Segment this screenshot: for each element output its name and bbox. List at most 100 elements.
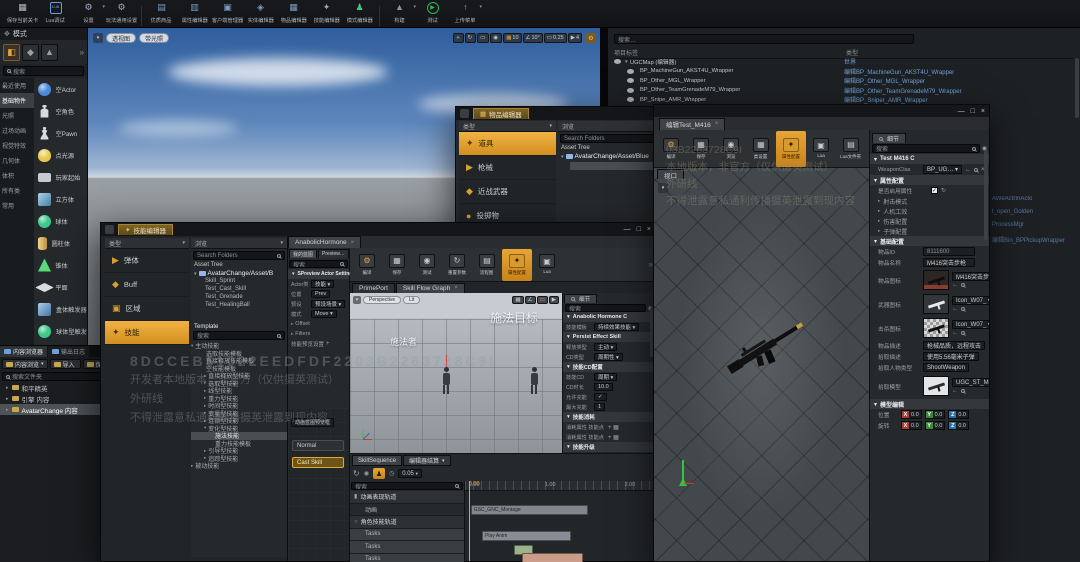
asset-dropdown[interactable]: Icon_W07_ ▾ — [952, 296, 989, 305]
viewport-settings-icon[interactable]: ⚙ — [586, 33, 596, 43]
y-field[interactable]: Y0.0 — [925, 421, 946, 430]
landscape-tab[interactable]: ▲ — [41, 44, 58, 61]
collapsed-section[interactable]: ▸子弹配置 — [870, 226, 989, 236]
dropdown-value[interactable]: 持续效果技能 ▾ — [594, 323, 639, 331]
skill-editor-titlebar[interactable]: ✦技能编辑器 — □ × — [101, 223, 655, 236]
my-blueprint-tab[interactable]: 我的蓝图 — [289, 249, 317, 258]
dropdown-value[interactable]: 主动 ▾ — [594, 343, 617, 351]
graph-node[interactable]: Cast Skill — [292, 457, 344, 468]
expand-arrow-icon[interactable]: ▾ — [625, 59, 628, 65]
maximize-icon[interactable]: □ — [637, 226, 641, 233]
viewport-options-caret[interactable]: ▾ — [353, 296, 361, 304]
clock-icon[interactable]: ◷ — [389, 470, 394, 477]
outliner-type-link[interactable]: t_open_Golden — [992, 209, 1065, 215]
viewport-options-caret[interactable]: ▾ — [658, 183, 668, 193]
browse-icon[interactable] — [961, 283, 965, 287]
minimize-icon[interactable]: — — [958, 108, 965, 115]
outliner-type-link[interactable]: 编辑BP_MachineGun_AKST4U_Wrapper — [844, 67, 954, 76]
playhead[interactable] — [469, 481, 470, 561]
class-section-header[interactable]: ▾Anabolic Hormone C — [563, 312, 655, 322]
collapsed-section[interactable]: ▸射击模式 — [870, 196, 989, 206]
template-node[interactable]: ▸线型技能 — [191, 387, 287, 395]
anabolic-hormone-doc-tab[interactable]: AnabolicHormone× — [288, 236, 361, 248]
skill-node-graph[interactable]: 动画蓝图预览框 NormalCast Skill — [288, 408, 349, 561]
content-browser-tab[interactable]: 输出日志 — [48, 346, 89, 357]
view-mode-selector[interactable]: 带光照 — [139, 33, 169, 43]
maximize-icon[interactable]: □ — [971, 108, 975, 115]
visibility-eye-icon[interactable] — [627, 69, 634, 74]
dropdown-value[interactable]: 技能 ▾ — [311, 280, 334, 288]
blueprint-search-input[interactable]: 搜索 — [289, 260, 348, 268]
skill-asset[interactable]: Test_Cast_Skill — [191, 286, 287, 294]
toolbar-button[interactable]: ⚙ 玩法通用设置 — [105, 0, 138, 28]
back-arrow-icon[interactable]: ← — [952, 282, 958, 288]
skill-sequence-tab[interactable]: SkillSequence — [352, 455, 402, 466]
add-remove-icons[interactable]: + ▦ — [608, 424, 619, 431]
weapon-doc-tab[interactable]: 编辑Test_M416× — [659, 118, 725, 130]
modes-category[interactable]: 过场动画 — [0, 123, 34, 138]
back-arrow-icon[interactable]: ← — [952, 330, 958, 336]
snap-toggle[interactable]: ∠ — [525, 296, 536, 304]
outliner-type-link[interactable]: 编辑BP_Other_TeamGrenadeM79_Wrapper — [844, 86, 962, 95]
toolbar-button[interactable]: ▥ 属性编辑器 — [178, 0, 211, 28]
folder-row[interactable]: ▸ 引擎 内容 — [0, 393, 108, 404]
anim-blueprint-preview-button[interactable]: 动画蓝图预览框 — [291, 418, 334, 427]
details-tab[interactable]: 细节 — [564, 294, 597, 303]
outliner-row[interactable]: ▾ UGCMap (编辑器) 世界 — [610, 57, 1078, 67]
modes-category[interactable]: 基础物件 — [0, 93, 34, 108]
add-icon[interactable]: + — [326, 341, 330, 347]
add-remove-icons[interactable]: + ▦ — [608, 434, 619, 441]
base-config-header[interactable]: ▾基础配置 — [870, 236, 989, 246]
details-scrollbar[interactable] — [984, 150, 988, 240]
collapsed-section[interactable]: ▸伤害配置 — [870, 216, 989, 226]
track-search-input[interactable]: 搜索 — [351, 482, 463, 490]
back-arrow-icon[interactable]: ← — [952, 388, 958, 394]
close-icon[interactable]: × — [647, 226, 651, 233]
pickup-desc-field[interactable]: 使用5.56毫米子弹 — [923, 352, 979, 361]
value-field[interactable]: 10.0 — [594, 383, 613, 391]
toolbar-button[interactable]: ▶ 测试 — [416, 0, 449, 28]
sequencer-track[interactable]: ○ 角色技能轨道 — [350, 516, 464, 529]
toolbar-button[interactable]: ✦ 技能编辑器 — [310, 0, 343, 28]
modes-category[interactable]: 几何体 — [0, 153, 34, 168]
visibility-eye-icon[interactable] — [627, 88, 634, 93]
asset-thumbnail[interactable] — [923, 318, 949, 338]
visibility-eye-icon[interactable] — [627, 97, 634, 102]
weapon-toolbar-button[interactable]: ▤ Lua文件夹 — [836, 131, 866, 167]
value-field[interactable]: 1 — [594, 403, 605, 411]
modes-category[interactable]: 所有类 — [0, 183, 34, 198]
template-node[interactable]: ▸时间型技能 — [191, 402, 287, 410]
template-node[interactable]: ▸连锁型技能 — [191, 417, 287, 425]
outliner-row[interactable]: BP_Other_TeamGrenadeM79_Wrapper 编辑BP_Oth… — [610, 86, 1078, 96]
dropdown-value[interactable]: 周期性 ▾ — [594, 353, 623, 361]
toolbar-button[interactable]: ▲ ▾ 构建 — [383, 0, 416, 28]
weapon-toolbar-button[interactable]: ✦ 属性配置 — [776, 131, 806, 167]
placeable-item[interactable]: 空角色 — [34, 100, 87, 122]
template-node[interactable]: ▸引导型技能 — [191, 447, 287, 455]
details-search-input[interactable]: 搜索 — [565, 304, 646, 312]
model-thumbnail[interactable] — [923, 376, 949, 396]
asset-dropdown[interactable]: M416突击步 ▾ — [952, 272, 989, 281]
outliner-type-link[interactable]: ProcessMgr — [992, 222, 1065, 228]
placeable-item[interactable]: 玩家起始 — [34, 166, 87, 188]
sequencer-timeline[interactable]: 0.001.002.00 GSC_GNC_MontagePlay Anim 0.… — [465, 481, 655, 561]
collapsed-section[interactable]: ▸Filters — [288, 329, 349, 339]
snap-toggle[interactable]: ▭ — [537, 296, 548, 304]
content-browser-tab[interactable]: 内容浏览器 — [0, 346, 47, 357]
template-node[interactable]: 重力技能模板 — [191, 440, 287, 448]
placeable-item[interactable]: 圆柱体 — [34, 232, 87, 254]
sequencer-track[interactable]: Tasks — [350, 529, 464, 542]
close-icon[interactable]: × — [454, 285, 458, 291]
outliner-row[interactable]: BP_Other_MGL_Wrapper 编辑BP_Other_MGL_Wrap… — [610, 76, 1078, 86]
outliner-type-link[interactable]: 编辑BP_Other_MGL_Wrapper — [844, 76, 925, 85]
browse-icon[interactable] — [961, 307, 965, 311]
viewport-options-caret[interactable]: ▾ — [93, 33, 103, 43]
reset-icon[interactable]: ↻ — [941, 187, 946, 194]
upgrade-section-header[interactable]: ▾技能升级 — [563, 442, 655, 452]
skill-asset-search-input[interactable]: Search Folders — [193, 251, 285, 260]
outliner-scrollbar[interactable] — [1075, 58, 1079, 118]
content-browser-button[interactable]: 导入 — [50, 359, 81, 369]
toolbar-button[interactable]: Lua Lua调试 — [39, 0, 72, 28]
blueprint-toolbar-button[interactable]: ▣ Lua — [532, 249, 562, 281]
asset-thumbnail[interactable] — [923, 294, 949, 314]
